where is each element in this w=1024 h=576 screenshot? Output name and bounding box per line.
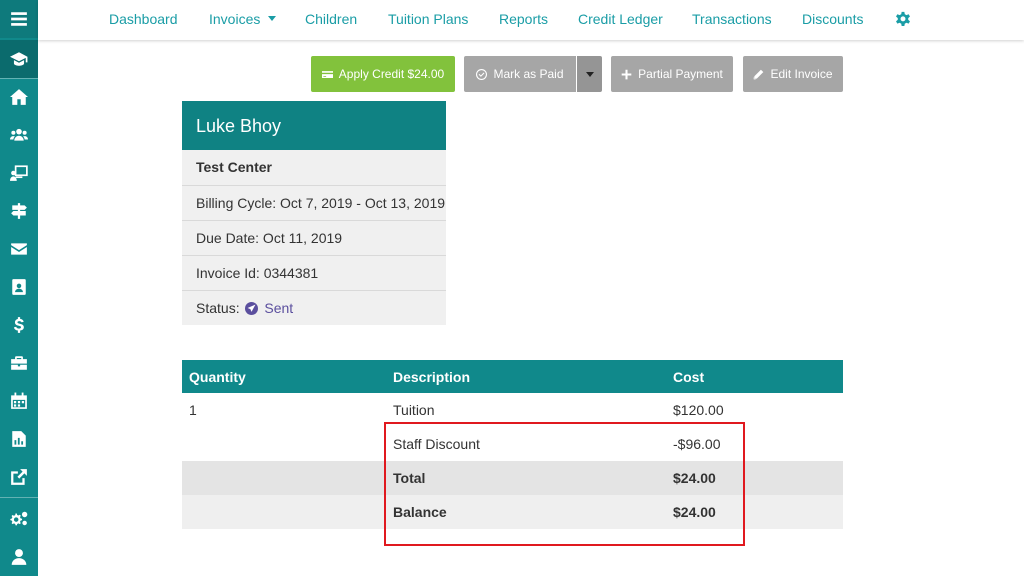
nav-invoices-label: Invoices: [209, 11, 261, 27]
credit-card-icon: [321, 70, 333, 78]
sidebar: [0, 0, 38, 576]
plus-icon: [621, 69, 632, 79]
report-icon[interactable]: [0, 420, 38, 458]
billing-cycle: Billing Cycle: Oct 7, 2019 - Oct 13, 201…: [182, 185, 446, 220]
header-quantity: Quantity: [189, 369, 246, 385]
nav-children[interactable]: Children: [305, 11, 357, 27]
invoice-info-card: Luke Bhoy Test Center Billing Cycle: Oct…: [182, 101, 446, 325]
edit-invoice-label: Edit Invoice: [770, 67, 833, 81]
mark-as-paid-button[interactable]: Mark as Paid: [464, 56, 576, 92]
users-icon[interactable]: [0, 116, 38, 154]
mark-as-paid-dropdown[interactable]: [577, 56, 602, 92]
address-book-icon[interactable]: [0, 268, 38, 306]
user-icon[interactable]: [0, 538, 38, 576]
calendar-icon[interactable]: [0, 382, 38, 420]
paper-plane-icon: [245, 301, 259, 315]
briefcase-icon[interactable]: [0, 344, 38, 382]
nav-discounts[interactable]: Discounts: [802, 11, 863, 27]
status-row: Status: Sent: [182, 290, 446, 325]
table-header: Quantity Description Cost: [182, 360, 843, 393]
apply-credit-label: Apply Credit $24.00: [338, 67, 445, 81]
header-cost: Cost: [673, 369, 705, 385]
center-name: Test Center: [182, 150, 446, 185]
child-name: Luke Bhoy: [182, 101, 446, 150]
partial-payment-label: Partial Payment: [638, 67, 723, 81]
due-date: Due Date: Oct 11, 2019: [182, 220, 446, 255]
cogs-icon[interactable]: [0, 500, 38, 538]
external-link-icon[interactable]: [0, 458, 38, 496]
nav-credit-ledger[interactable]: Credit Ledger: [578, 11, 663, 27]
nav-reports[interactable]: Reports: [499, 11, 548, 27]
row-quantity: 1: [189, 402, 197, 418]
edit-invoice-button[interactable]: Edit Invoice: [743, 56, 843, 92]
nav-dashboard[interactable]: Dashboard: [109, 11, 178, 27]
invoice-id: Invoice Id: 0344381: [182, 255, 446, 290]
row-cost: $120.00: [673, 402, 724, 418]
nav-invoices[interactable]: Invoices: [209, 11, 277, 27]
header-description: Description: [393, 369, 471, 385]
nav-transactions[interactable]: Transactions: [692, 11, 772, 27]
chevron-down-icon: [268, 15, 277, 21]
graduation-cap-icon[interactable]: [0, 40, 38, 78]
envelope-icon[interactable]: [0, 230, 38, 268]
gear-icon[interactable]: [894, 10, 912, 28]
home-icon[interactable]: [0, 78, 38, 116]
highlight-annotation-box: [384, 422, 745, 546]
caret-down-icon: [585, 71, 594, 77]
dollar-icon[interactable]: [0, 306, 38, 344]
status-value: Sent: [264, 300, 294, 316]
row-description: Tuition: [393, 402, 435, 418]
top-nav: Dashboard Invoices Children Tuition Plan…: [38, 0, 1024, 40]
partial-payment-button[interactable]: Partial Payment: [611, 56, 733, 92]
nav-tuition-plans[interactable]: Tuition Plans: [388, 11, 468, 27]
signpost-icon[interactable]: [0, 192, 38, 230]
pencil-icon: [754, 69, 764, 79]
check-circle-icon: [476, 68, 488, 80]
classroom-icon[interactable]: [0, 154, 38, 192]
mark-as-paid-label: Mark as Paid: [493, 67, 564, 81]
apply-credit-button[interactable]: Apply Credit $24.00: [311, 56, 455, 92]
menu-icon[interactable]: [0, 0, 38, 38]
status-label: Status:: [196, 300, 240, 316]
